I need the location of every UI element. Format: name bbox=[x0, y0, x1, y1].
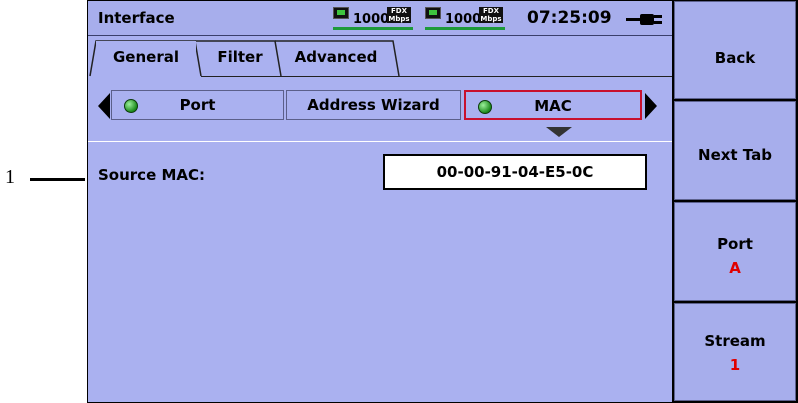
selector-row: Port Address Wizard MAC bbox=[88, 88, 672, 124]
next-tab-button-label: Next Tab bbox=[698, 146, 772, 164]
power-plug-icon bbox=[626, 14, 666, 25]
selector-port-label: Port bbox=[179, 96, 216, 114]
back-button[interactable]: Back bbox=[674, 1, 796, 99]
selector-address-wizard[interactable]: Address Wizard bbox=[286, 90, 461, 120]
scroll-right-arrow-icon[interactable] bbox=[645, 93, 657, 119]
back-button-label: Back bbox=[714, 49, 756, 67]
scroll-left-arrow-icon[interactable] bbox=[98, 93, 110, 119]
side-button-bar: Back Next Tab Port A Stream 1 bbox=[674, 0, 798, 403]
stream-button[interactable]: Stream 1 bbox=[674, 303, 796, 401]
mac-panel: Source MAC: 00-00-91-04-E5-0C bbox=[88, 141, 672, 402]
duplex-badge: FDX Mbps bbox=[387, 7, 411, 23]
tab-filter[interactable]: Filter bbox=[204, 41, 276, 73]
stream-button-label: Stream bbox=[704, 332, 766, 350]
clock: 07:25:09 bbox=[527, 8, 612, 28]
port-button[interactable]: Port A bbox=[674, 202, 796, 301]
next-tab-button[interactable]: Next Tab bbox=[674, 101, 796, 200]
device-screen: Interface 1000 FDX Mbps 1000 FDX Mbps 07:2… bbox=[87, 0, 798, 403]
callout-number: 1 bbox=[5, 166, 15, 188]
duplex-badge: FDX Mbps bbox=[479, 7, 503, 23]
source-mac-label: Source MAC: bbox=[98, 166, 206, 184]
link-bar bbox=[333, 27, 413, 30]
tab-advanced[interactable]: Advanced bbox=[280, 41, 392, 73]
port-button-value: A bbox=[729, 259, 741, 277]
window-title: Interface bbox=[98, 9, 175, 27]
link-status-a: 1000 FDX Mbps bbox=[333, 7, 415, 30]
title-bar: Interface 1000 FDX Mbps 1000 FDX Mbps 07:2… bbox=[88, 1, 672, 36]
source-mac-field[interactable]: 00-00-91-04-E5-0C bbox=[383, 154, 647, 190]
link-speed: 1000 bbox=[445, 12, 482, 27]
link-bar bbox=[425, 27, 505, 30]
port-button-label: Port bbox=[717, 235, 753, 253]
selector-port[interactable]: Port bbox=[111, 90, 284, 120]
tab-divider bbox=[201, 76, 672, 77]
selector-mac[interactable]: MAC bbox=[464, 90, 642, 120]
tab-general[interactable]: General bbox=[96, 41, 196, 73]
selector-address-wizard-label: Address Wizard bbox=[307, 96, 440, 114]
link-status-b: 1000 FDX Mbps bbox=[425, 7, 507, 30]
tab-bar: General Filter Advanced bbox=[88, 37, 672, 77]
selection-pointer-icon bbox=[546, 127, 572, 137]
main-area: Interface 1000 FDX Mbps 1000 FDX Mbps 07:2… bbox=[88, 1, 672, 402]
link-lamp-icon bbox=[333, 7, 349, 19]
link-lamp-icon bbox=[425, 7, 441, 19]
stream-button-value: 1 bbox=[729, 356, 741, 374]
callout-line bbox=[30, 178, 85, 181]
link-speed: 1000 bbox=[353, 12, 390, 27]
selector-mac-label: MAC bbox=[534, 97, 572, 115]
